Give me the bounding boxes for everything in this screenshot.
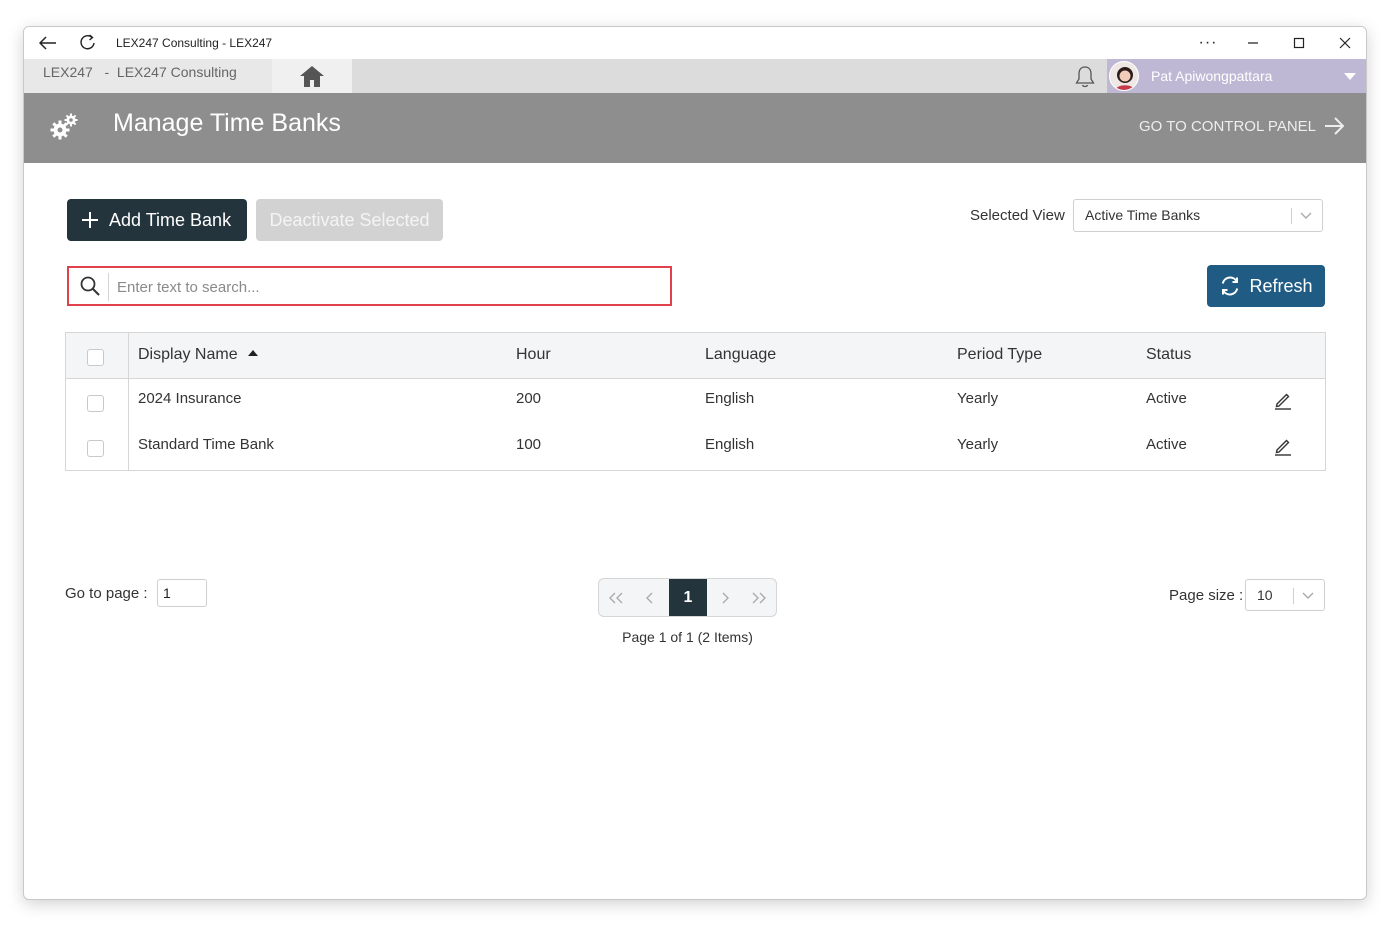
reload-button[interactable] [68,27,108,59]
select-all-checkbox[interactable] [87,349,104,366]
add-time-bank-button[interactable]: Add Time Bank [67,199,247,241]
app-window: LEX247 Consulting - LEX247 ··· LEX247 - … [23,26,1367,900]
edit-icon[interactable] [1273,436,1293,456]
next-page-button[interactable] [708,579,742,616]
search-divider [108,273,109,301]
column-header-label: Display Name [138,346,238,363]
refresh-icon [1222,276,1239,296]
more-button[interactable]: ··· [1185,27,1231,59]
prev-page-button[interactable] [633,579,667,616]
last-page-button[interactable] [742,579,776,616]
chevron-down-icon [1300,212,1312,219]
search-box [67,266,672,306]
column-header-status[interactable]: Status [1146,346,1191,364]
search-input[interactable] [117,276,657,298]
add-time-bank-label: Add Time Bank [109,209,232,230]
page-size-dropdown[interactable]: 10 [1245,579,1325,611]
edit-icon[interactable] [1273,390,1293,410]
control-panel-link-label: GO TO CONTROL PANEL [1139,117,1316,135]
control-panel-link[interactable]: GO TO CONTROL PANEL [1139,117,1344,135]
page-size-value: 10 [1257,587,1273,603]
row-checkbox[interactable] [87,440,104,457]
avatar [1109,61,1139,91]
goto-page-input[interactable] [157,579,207,607]
row-display-name: 2024 Insurance [138,390,242,407]
first-page-button[interactable] [599,579,633,616]
maximize-icon [1293,37,1305,49]
row-checkbox[interactable] [87,395,104,412]
row-status: Active [1146,436,1187,453]
goto-page-label: Go to page : [65,585,148,602]
page-header: Manage Time Banks GO TO CONTROL PANEL [24,93,1366,163]
refresh-button[interactable]: Refresh [1207,265,1325,307]
row-hour: 100 [516,436,542,453]
window-title: LEX247 Consulting - LEX247 [116,36,273,50]
ellipsis-icon: ··· [1198,34,1218,51]
selected-view-value: Active Time Banks [1085,207,1201,223]
caret-down-icon [1344,73,1356,80]
minimize-button[interactable] [1230,27,1276,59]
close-icon [1339,37,1351,49]
row-period-type: Yearly [957,436,999,453]
notifications-button[interactable] [1071,63,1099,91]
column-header-hour[interactable]: Hour [516,346,551,364]
row-hour: 200 [516,390,542,407]
refresh-icon [80,34,95,50]
current-page-button[interactable]: 1 [669,579,707,616]
maximize-button[interactable] [1276,27,1322,59]
user-name: Pat Apiwongpattara [1151,68,1273,84]
chevron-right-icon [722,592,729,603]
dropdown-divider [1293,588,1294,604]
minimize-icon [1248,42,1258,44]
title-bar: LEX247 Consulting - LEX247 ··· [24,27,1366,59]
user-menu[interactable]: Pat Apiwongpattara [1107,59,1366,93]
refresh-label: Refresh [1249,275,1313,296]
column-header-period-type[interactable]: Period Type [957,346,1042,364]
tab-bar: LEX247 - LEX247 Consulting Pat Apiwongpa… [24,59,1366,93]
double-chevron-right-icon [752,592,766,603]
home-button[interactable] [272,59,352,93]
dropdown-divider [1291,208,1292,224]
chevron-left-icon [646,592,653,603]
selected-view-dropdown[interactable]: Active Time Banks [1073,199,1323,232]
page-info: Page 1 of 1 (2 Items) [622,629,753,645]
gears-icon [48,111,80,143]
arrow-right-icon [1325,117,1344,135]
home-icon [300,66,324,87]
time-banks-table: Display Name Hour Language Period Type S… [65,332,1326,471]
search-icon [80,276,100,296]
page-title: Manage Time Banks [113,109,341,137]
plus-icon [82,212,98,228]
deactivate-selected-button[interactable]: Deactivate Selected [256,199,443,241]
row-display-name: Standard Time Bank [138,436,274,453]
row-status: Active [1146,390,1187,407]
double-chevron-left-icon [609,592,623,603]
selected-view-label: Selected View [970,207,1065,224]
row-language: English [705,436,755,453]
back-button[interactable] [28,27,68,59]
row-period-type: Yearly [957,390,999,407]
close-button[interactable] [1322,27,1366,59]
row-language: English [705,390,755,407]
bell-icon [1075,66,1095,88]
column-header-language[interactable]: Language [705,346,776,364]
sort-ascending-icon [247,350,258,356]
pager: 1 [598,578,777,617]
page-size-label: Page size : [1169,587,1244,604]
chevron-down-icon [1302,592,1314,599]
arrow-left-icon [39,36,56,50]
breadcrumb[interactable]: LEX247 - LEX247 Consulting [24,59,272,93]
column-header-display-name[interactable]: Display Name [138,346,258,364]
